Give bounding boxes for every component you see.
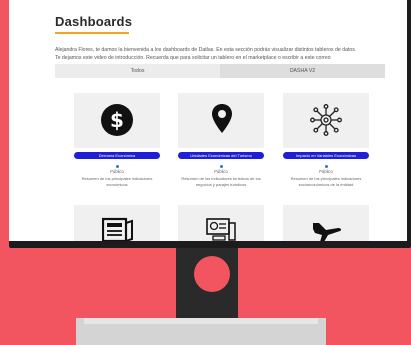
card-image	[178, 205, 264, 241]
monitor: Dashboards Alejandra Flores, te damos la…	[9, 0, 411, 248]
dollar-icon: $	[101, 104, 133, 136]
status-dot	[219, 165, 223, 168]
card-image	[178, 93, 264, 148]
status-label: Público	[214, 169, 228, 174]
intro-text: Alejandra Flores, te damos la bienvenida…	[55, 47, 405, 62]
tabs: Todos DASHA V2	[55, 64, 385, 78]
card-image	[283, 93, 369, 148]
network-icon	[310, 104, 342, 136]
status-label: Público	[319, 169, 333, 174]
dashboard-card-travel[interactable]	[283, 205, 369, 241]
title-underline	[55, 32, 129, 34]
card-image	[283, 205, 369, 241]
airplane-icon	[313, 223, 342, 241]
svg-text:$: $	[110, 108, 124, 132]
status-label: Público	[110, 169, 124, 174]
derrama-button[interactable]: Derrama Económica	[74, 152, 160, 159]
tab-todos[interactable]: Todos	[55, 64, 220, 78]
card-description: Resumen de los principales indicadores e…	[81, 176, 153, 187]
map-pin-icon	[212, 104, 232, 133]
dashboard-card-news[interactable]	[74, 205, 160, 241]
intro-line-1: Alejandra Flores, te damos la bienvenida…	[55, 47, 357, 53]
card-description: Resumen de los principales indicadores s…	[290, 176, 362, 187]
card-image	[74, 205, 160, 241]
dashboard-card-derrama[interactable]: $ Derrama Económica Público Resumen de l…	[74, 93, 160, 187]
monitor-base-top	[84, 318, 318, 324]
page-title: Dashboards	[55, 14, 133, 29]
tab-dasha-v2[interactable]: DASHA V2	[220, 64, 385, 78]
turismo-button[interactable]: Unidades Económicas del Turismo	[178, 152, 264, 159]
dashboard-card-analytics[interactable]	[178, 205, 264, 241]
analytics-computer-icon	[206, 218, 236, 241]
dashboard-card-impacto[interactable]: Impacto en Variables Económicas Público …	[283, 93, 369, 187]
status-dot	[324, 165, 328, 168]
status-dot	[115, 165, 119, 168]
card-description: Resumen de los indicadores turísticos de…	[181, 176, 261, 187]
screen: Dashboards Alejandra Flores, te damos la…	[9, 0, 407, 241]
impacto-button[interactable]: Impacto en Variables Económicas	[283, 152, 369, 159]
intro-line-2: Te dejamos este video de introducción. R…	[55, 54, 331, 61]
dashboard-card-turismo[interactable]: Unidades Económicas del Turismo Público …	[178, 93, 264, 187]
card-image: $	[74, 93, 160, 148]
stand-cable-hole	[194, 256, 230, 292]
newspaper-icon	[102, 217, 133, 241]
